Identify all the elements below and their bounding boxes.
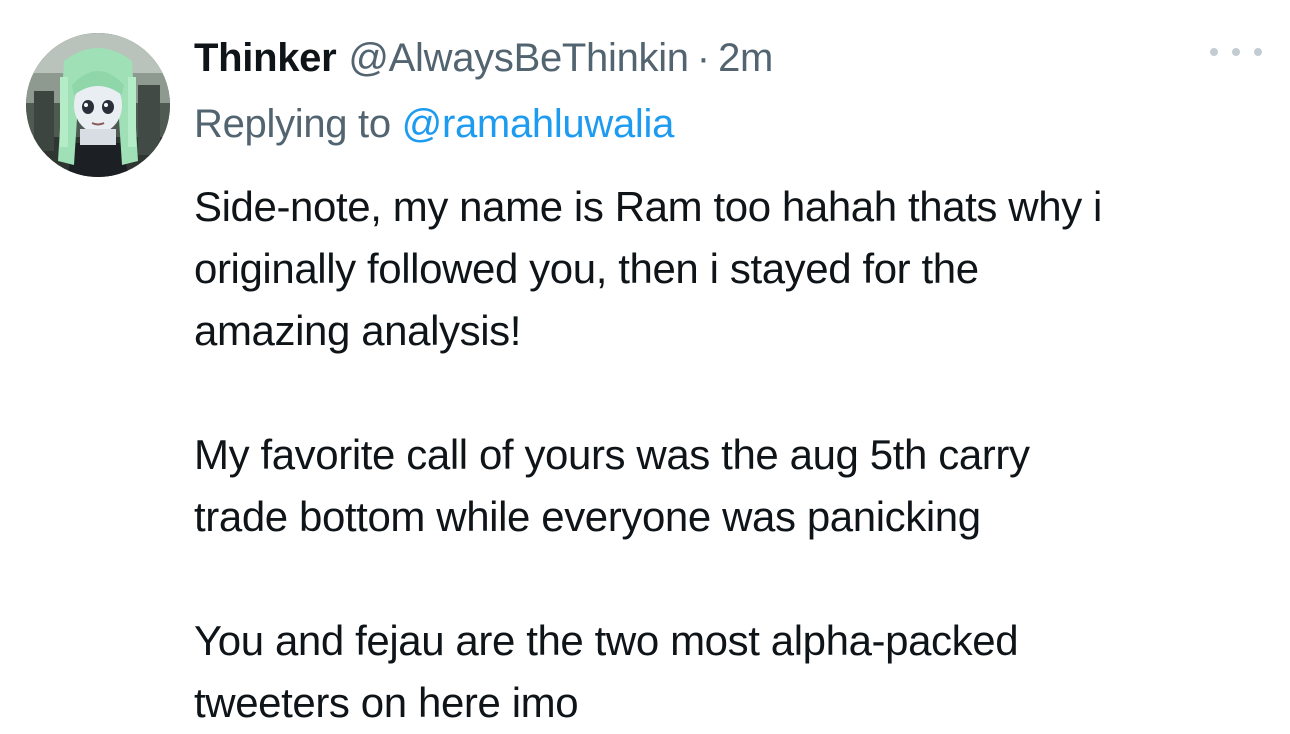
tweet-paragraph: Side-note, my name is Ram too hahah that… bbox=[194, 183, 1102, 354]
reply-context: Replying to @ramahluwalia bbox=[194, 96, 674, 152]
timestamp[interactable]: 2m bbox=[718, 30, 773, 86]
tweet-header: Thinker @AlwaysBeThinkin · 2m bbox=[194, 30, 773, 86]
avatar[interactable] bbox=[26, 33, 170, 177]
reply-prefix: Replying to bbox=[194, 102, 391, 146]
tweet[interactable]: Thinker @AlwaysBeThinkin · 2m Replying t… bbox=[0, 0, 1290, 733]
more-dots-icon bbox=[1210, 48, 1218, 56]
more-dots-icon bbox=[1232, 48, 1240, 56]
tweet-paragraph: My favorite call of yours was the aug 5t… bbox=[194, 431, 1030, 540]
user-handle[interactable]: @AlwaysBeThinkin bbox=[348, 30, 689, 86]
display-name[interactable]: Thinker bbox=[194, 30, 337, 86]
more-dots-icon bbox=[1254, 48, 1262, 56]
tweet-text: Side-note, my name is Ram too hahah that… bbox=[194, 176, 1274, 734]
tweet-paragraph: You and fejau are the two most alpha-pac… bbox=[194, 617, 1019, 726]
more-options-button[interactable] bbox=[1210, 40, 1262, 64]
separator-dot: · bbox=[696, 36, 711, 80]
reply-to-handle-link[interactable]: @ramahluwalia bbox=[402, 102, 675, 146]
anime-avatar-icon bbox=[26, 33, 170, 177]
